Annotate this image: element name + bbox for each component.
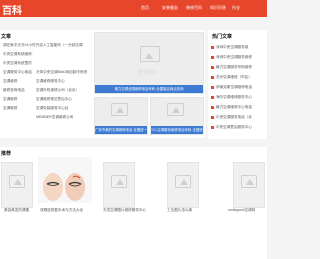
hot-articles-panel: 热门文章 深圳中央空调服务维 深圳中央空调服务维修 格力空调服务号码维修 苏州空… — [208, 30, 267, 139]
image-placeholder-icon — [241, 175, 257, 188]
recommend-image-4[interactable] — [167, 162, 199, 208]
recommend-image-1[interactable] — [1, 162, 33, 208]
recommend-caption[interactable]: 美容美发的健康 — [4, 208, 29, 213]
hot-item[interactable]: 中央空调售后服务中心 — [211, 125, 252, 130]
eyes-illustration — [43, 173, 85, 201]
recommend-caption[interactable]: smilegood空调网 — [228, 208, 266, 213]
recommend-image-2[interactable] — [38, 157, 92, 203]
nav-qa[interactable]: 知识问答 — [210, 5, 226, 11]
no-image-text: 暂无图片 — [138, 70, 159, 76]
nav-home[interactable]: 首页 — [141, 5, 149, 11]
featured-image[interactable]: 暂无图片 格力空调全国维修电话号码-全国各区网点查询 — [94, 32, 204, 94]
list-item[interactable]: MEMBER空调维修公司 — [36, 113, 88, 122]
recommend-image-3[interactable] — [103, 162, 135, 208]
list-item[interactable]: 调在家中天冷24小时开启人工智能吗（一分钟空调 — [3, 41, 89, 50]
site-logo[interactable]: 百科 — [2, 2, 22, 17]
image-placeholder-icon — [140, 46, 160, 62]
nav-homework[interactable]: 作业 — [232, 5, 240, 11]
image-placeholder-icon — [9, 175, 25, 188]
image-placeholder-icon — [175, 175, 191, 188]
image-placeholder-icon — [167, 103, 184, 116]
article-section-title: 文章 — [1, 34, 12, 40]
list-item[interactable]: 冷风中央空调5660添加制冷系统 — [36, 68, 88, 77]
sub-image-1[interactable]: 广安市美的空调维修电话-全国统一 — [94, 97, 148, 135]
recommend-caption[interactable]: 双眼皮修复手术与方法大全 — [40, 208, 83, 213]
list-item[interactable]: 空调外机维修公司（北京） — [36, 86, 88, 95]
hot-item[interactable]: 深圳中央空调服务维 — [211, 45, 248, 50]
list-item[interactable]: 空调安装服务中心站 — [36, 104, 88, 113]
article-list-b: 冷风中央空调5660添加制冷系统 空调维修服务中心 空调外机维修公司（北京） 空… — [36, 68, 88, 122]
image-placeholder-icon — [111, 175, 127, 188]
hot-articles-title: 热门文章 — [212, 34, 233, 40]
image-placeholder-icon — [111, 103, 128, 116]
hot-item[interactable]: 格力空调维修中心电话 — [211, 105, 252, 110]
nav-baike[interactable]: 装修百科 — [186, 5, 202, 11]
list-item[interactable]: 中央空调系统里的 — [3, 59, 89, 68]
hot-item[interactable]: 伊莱克斯空调维修电话 — [211, 85, 252, 90]
featured-caption[interactable]: 格力空调全国维修电话号码-全国各区网点查询 — [95, 85, 203, 93]
top-nav-bar: 百科 首页 安装服务 装修百科 知识问答 作业 — [0, 0, 267, 17]
hot-item[interactable]: 格力空调服务号码维修 — [211, 65, 252, 70]
recommend-image-5[interactable] — [233, 162, 265, 208]
sub-caption-1[interactable]: 广安市美的空调维修电话-全国统一 — [95, 126, 147, 134]
nav-install[interactable]: 安装服务 — [162, 5, 178, 11]
sub-image-2[interactable]: TCL空调服务维修电话号码-全国统一 — [150, 97, 204, 135]
article-panel: 文章 调在家中天冷24小时开启人工智能吗（一分钟空调 中央空调系统维修· 中央空… — [0, 30, 205, 138]
list-item[interactable]: 中央空调系统维修· — [3, 50, 89, 59]
recommend-panel: 推荐 美容美发的健康 双眼皮修复手术与方法大全 天发空调图片维修服务中心 工业图… — [0, 147, 267, 259]
recommend-caption[interactable]: 天发空调图片维修服务中心 — [103, 208, 146, 213]
recommend-caption[interactable]: 工业图片怎么换 — [167, 208, 192, 213]
sub-caption-2[interactable]: TCL空调服务维修电话号码-全国统一 — [151, 126, 203, 134]
hot-item[interactable]: 海尔空调维修服务中心 — [211, 95, 252, 100]
hot-item[interactable]: 深圳中央空调服务维修 — [211, 55, 252, 60]
list-item[interactable]: 空调维修服务中心 — [36, 77, 88, 86]
recommend-title: 推荐 — [1, 151, 12, 157]
hot-item[interactable]: 中央空调服务电话（北 — [211, 115, 252, 120]
hot-item[interactable]: 苏州空调维修（市区） — [211, 75, 252, 80]
list-item[interactable]: 空调维修常见售后中心 — [36, 95, 88, 104]
